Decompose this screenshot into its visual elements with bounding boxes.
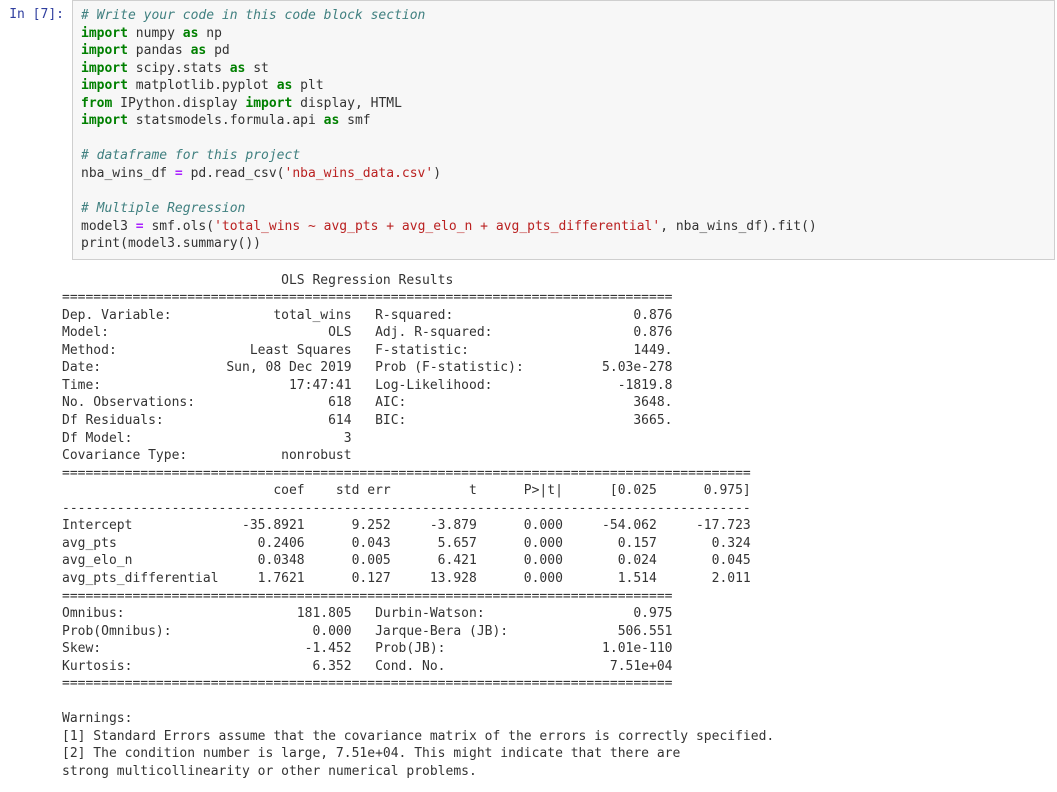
alias-name: np — [206, 26, 222, 41]
kw-from: from — [81, 96, 112, 111]
code-comment: # dataframe for this project — [81, 148, 300, 163]
input-prompt: In [7]: — [0, 0, 72, 24]
op-assign: = — [136, 219, 144, 234]
cell-output: OLS Regression Results =================… — [62, 266, 1057, 787]
alias-name: st — [253, 61, 269, 76]
module-name: IPython.display — [120, 96, 237, 111]
kw-import: import — [81, 61, 128, 76]
alias-name: pd — [214, 43, 230, 58]
func-call: pd.read_csv( — [183, 166, 285, 181]
alias-name: smf — [347, 113, 370, 128]
kw-as: as — [191, 43, 207, 58]
var-name: model3 — [81, 219, 136, 234]
code-block[interactable]: # Write your code in this code block sec… — [81, 7, 1046, 253]
module-name: matplotlib.pyplot — [136, 78, 269, 93]
kw-import: import — [245, 96, 292, 111]
code-cell: In [7]: # Write your code in this code b… — [0, 0, 1057, 266]
module-name: numpy — [136, 26, 175, 41]
module-name: pandas — [136, 43, 183, 58]
func-call: smf.ols( — [144, 219, 214, 234]
module-name: scipy.stats — [136, 61, 222, 76]
kw-as: as — [324, 113, 340, 128]
call-tail: , nba_wins_df).fit() — [660, 219, 817, 234]
kw-as: as — [277, 78, 293, 93]
kw-as: as — [230, 61, 246, 76]
import-names: display, HTML — [300, 96, 402, 111]
print-line: print(model3.summary()) — [81, 236, 261, 251]
call-end: ) — [433, 166, 441, 181]
code-input-area[interactable]: # Write your code in this code block sec… — [72, 0, 1055, 260]
kw-import: import — [81, 43, 128, 58]
code-comment: # Multiple Regression — [81, 201, 245, 216]
kw-import: import — [81, 113, 128, 128]
module-name: statsmodels.formula.api — [136, 113, 316, 128]
kw-as: as — [183, 26, 199, 41]
alias-name: plt — [300, 78, 323, 93]
op-assign: = — [175, 166, 183, 181]
string-literal: 'total_wins ~ avg_pts + avg_elo_n + avg_… — [214, 219, 660, 234]
code-comment: # Write your code in this code block sec… — [81, 8, 425, 23]
var-name: nba_wins_df — [81, 166, 175, 181]
kw-import: import — [81, 78, 128, 93]
kw-import: import — [81, 26, 128, 41]
string-literal: 'nba_wins_data.csv' — [285, 166, 434, 181]
